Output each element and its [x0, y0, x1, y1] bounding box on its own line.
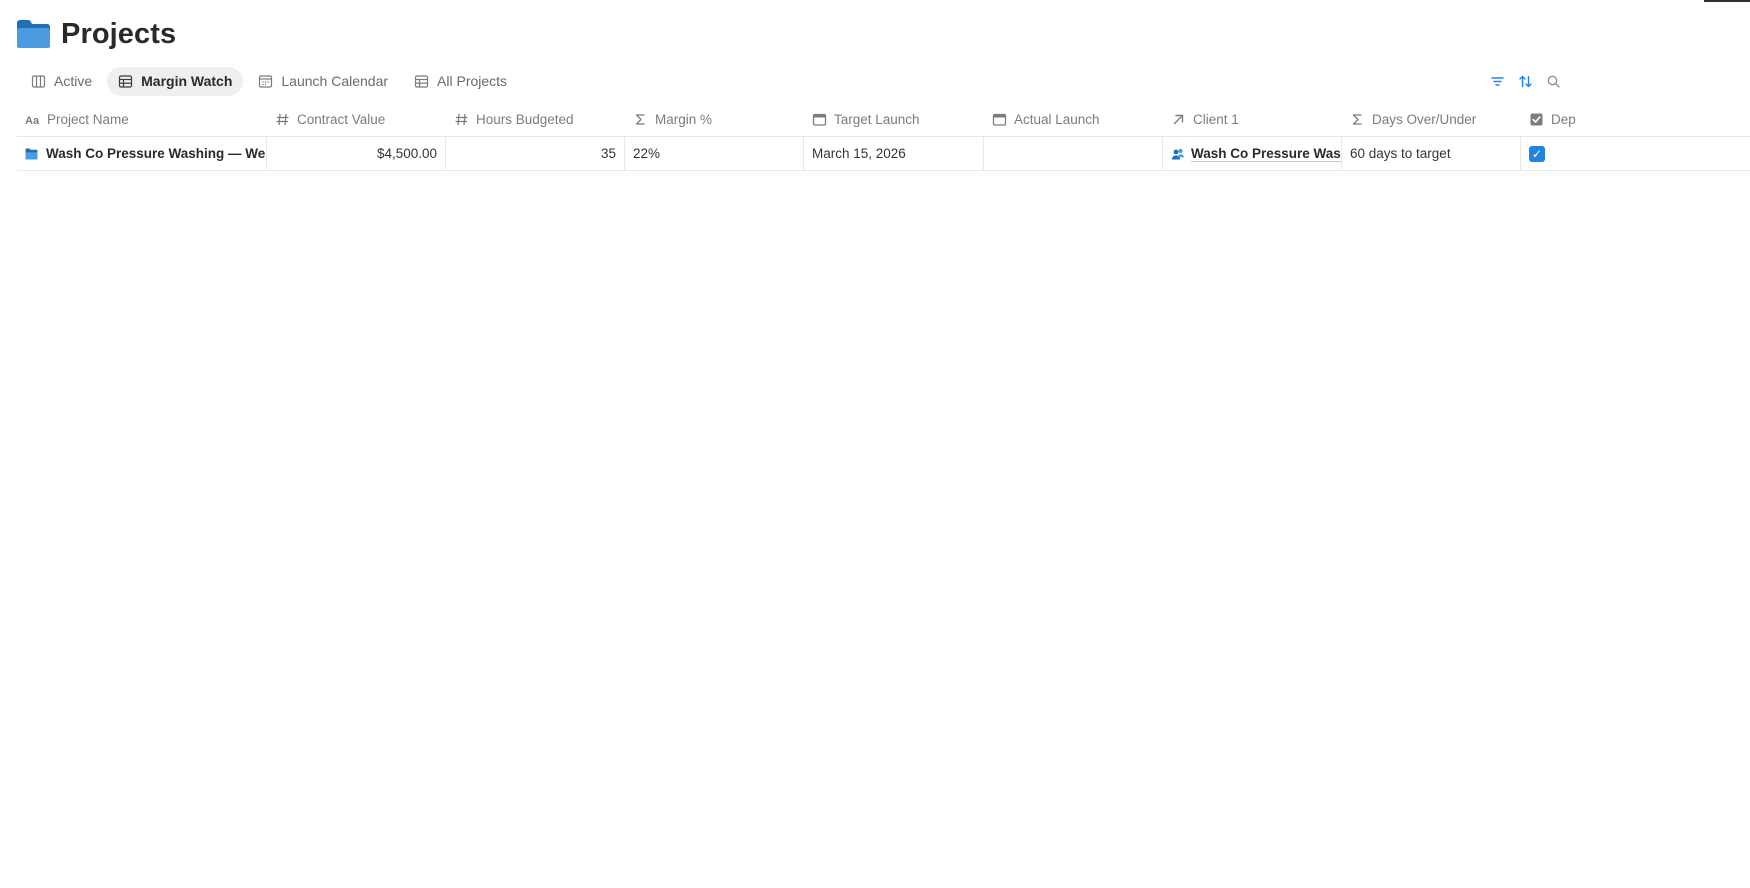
column-header-project-name[interactable]: Aa Project Name	[17, 103, 267, 136]
cell-dep[interactable]: ✓	[1521, 137, 1750, 170]
formula-icon	[1352, 114, 1362, 125]
column-header-dep[interactable]: Dep	[1521, 103, 1750, 136]
search-button[interactable]	[1544, 72, 1562, 90]
column-label: Dep	[1551, 112, 1576, 127]
number-property-icon	[455, 113, 468, 126]
projects-table: Aa Project Name Contract Value Hours Bud…	[17, 103, 1750, 171]
search-icon	[1547, 75, 1560, 88]
date-icon	[812, 113, 827, 126]
board-icon	[31, 74, 46, 88]
table-header-row: Aa Project Name Contract Value Hours Bud…	[17, 103, 1750, 137]
column-header-actual-launch[interactable]: Actual Launch	[984, 103, 1163, 136]
column-label: Margin %	[655, 112, 713, 127]
cell-client[interactable]: Wash Co Pressure Washing	[1163, 137, 1342, 170]
tab-margin-watch[interactable]: Margin Watch	[107, 66, 244, 96]
cell-margin[interactable]: 22%	[625, 137, 804, 170]
column-header-contract-value[interactable]: Contract Value	[267, 103, 446, 136]
tab-label: All Projects	[437, 73, 508, 89]
project-name-text: Wash Co Pressure Washing — Website	[46, 146, 266, 161]
number-property-icon	[276, 113, 289, 126]
cell-hours-budgeted[interactable]: 35	[446, 137, 625, 170]
projects-page: Projects Active Margin Watch Launch Cale…	[0, 0, 1750, 888]
tab-launch-calendar[interactable]: Launch Calendar	[247, 67, 399, 96]
sort-button[interactable]	[1516, 72, 1534, 90]
column-label: Actual Launch	[1014, 112, 1100, 127]
window-edge-marker	[1704, 0, 1750, 2]
column-header-hours-budgeted[interactable]: Hours Budgeted	[446, 103, 625, 136]
sort-icon	[1518, 75, 1532, 87]
column-header-client[interactable]: Client 1	[1163, 103, 1342, 136]
checkbox-property-icon	[1530, 113, 1543, 126]
calendar-icon	[259, 74, 273, 88]
column-label: Target Launch	[834, 112, 920, 127]
view-toolbar	[1488, 72, 1562, 90]
formula-icon	[635, 114, 645, 125]
tab-label: Margin Watch	[141, 73, 233, 89]
column-label: Hours Budgeted	[476, 112, 574, 127]
cell-actual-launch[interactable]	[984, 137, 1163, 170]
cell-project-name[interactable]: Wash Co Pressure Washing — Website	[17, 137, 267, 170]
tab-label: Launch Calendar	[281, 73, 389, 89]
column-header-days-over-under[interactable]: Days Over/Under	[1342, 103, 1521, 136]
table-icon	[414, 74, 429, 88]
page-header: Projects	[16, 14, 176, 54]
cell-target-launch[interactable]: March 15, 2026	[804, 137, 984, 170]
tab-label: Active	[54, 73, 93, 89]
column-label: Project Name	[47, 112, 129, 127]
cell-contract-value[interactable]: $4,500.00	[267, 137, 446, 170]
column-header-margin[interactable]: Margin %	[625, 103, 804, 136]
column-label: Contract Value	[297, 112, 386, 127]
relation-arrow-icon	[1173, 114, 1184, 125]
tab-active[interactable]: Active	[20, 67, 103, 96]
folder-icon	[17, 20, 50, 48]
text-property-icon: Aa	[25, 115, 40, 127]
date-icon	[992, 113, 1007, 126]
client-link[interactable]: Wash Co Pressure Washing	[1191, 146, 1341, 161]
column-label: Client 1	[1193, 112, 1239, 127]
page-title: Projects	[61, 17, 177, 50]
table-row[interactable]: Wash Co Pressure Washing — Website $4,50…	[17, 137, 1750, 171]
table-icon	[119, 74, 133, 88]
column-label: Days Over/Under	[1372, 112, 1477, 127]
filter-icon	[1490, 76, 1504, 86]
column-header-target-launch[interactable]: Target Launch	[804, 103, 984, 136]
dep-checkbox[interactable]: ✓	[1529, 145, 1545, 162]
tab-all-projects[interactable]: All Projects	[403, 67, 518, 96]
folder-icon	[25, 148, 38, 159]
client-page-icon	[1172, 148, 1184, 159]
filter-button[interactable]	[1488, 72, 1506, 90]
view-tabs: Active Margin Watch Launch Calendar All …	[20, 66, 518, 96]
cell-days-over-under[interactable]: 60 days to target	[1342, 137, 1521, 170]
svg-text:Aa: Aa	[25, 115, 40, 127]
